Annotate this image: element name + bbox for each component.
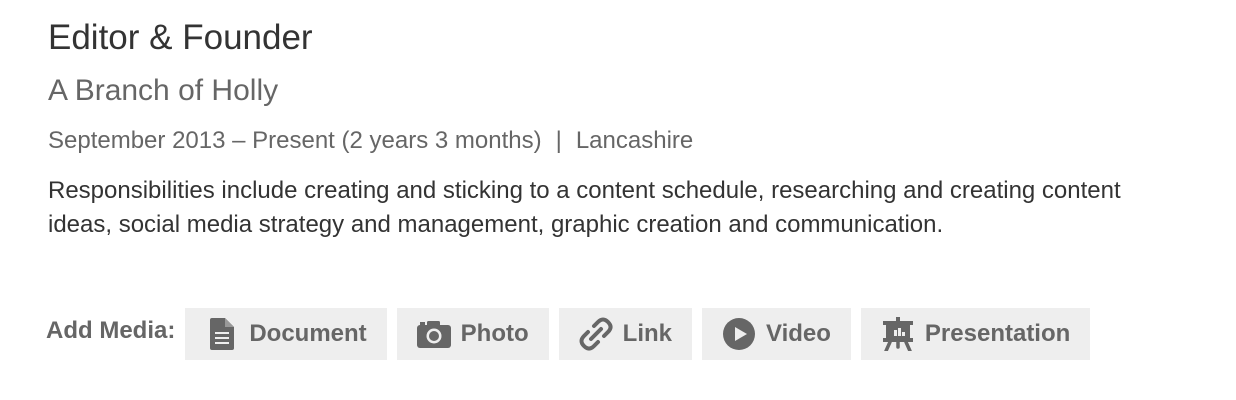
camera-icon	[416, 317, 451, 351]
date-range: September 2013 – Present (2 years 3 mont…	[48, 127, 542, 154]
add-photo-button[interactable]: Photo	[396, 308, 549, 360]
experience-entry: Editor & Founder A Branch of Holly Septe…	[0, 0, 1236, 400]
company-name[interactable]: A Branch of Holly	[48, 72, 278, 110]
meta-separator: |	[555, 127, 562, 154]
add-document-button[interactable]: Document	[185, 308, 387, 360]
link-icon	[579, 317, 613, 351]
position-meta: September 2013 – Present (2 years 3 mont…	[48, 126, 693, 156]
add-media-bar: Add Media: Document Photo Link Video Pre…	[46, 308, 1100, 360]
add-presentation-button[interactable]: Presentation	[860, 308, 1091, 360]
location: Lancashire	[575, 127, 694, 154]
job-title: Editor & Founder	[48, 18, 313, 57]
video-label: Video	[766, 320, 831, 347]
link-label: Link	[622, 320, 672, 347]
document-label: Document	[249, 320, 367, 347]
position-description: Responsibilities include creating and st…	[48, 177, 1121, 238]
photo-label: Photo	[460, 320, 529, 347]
presentation-icon	[881, 317, 915, 351]
play-icon	[722, 317, 756, 351]
presentation-label: Presentation	[924, 320, 1071, 347]
add-media-label: Add Media:	[46, 317, 176, 344]
add-video-button[interactable]: Video	[702, 308, 851, 360]
document-icon	[205, 317, 239, 351]
add-link-button[interactable]: Link	[558, 308, 692, 360]
